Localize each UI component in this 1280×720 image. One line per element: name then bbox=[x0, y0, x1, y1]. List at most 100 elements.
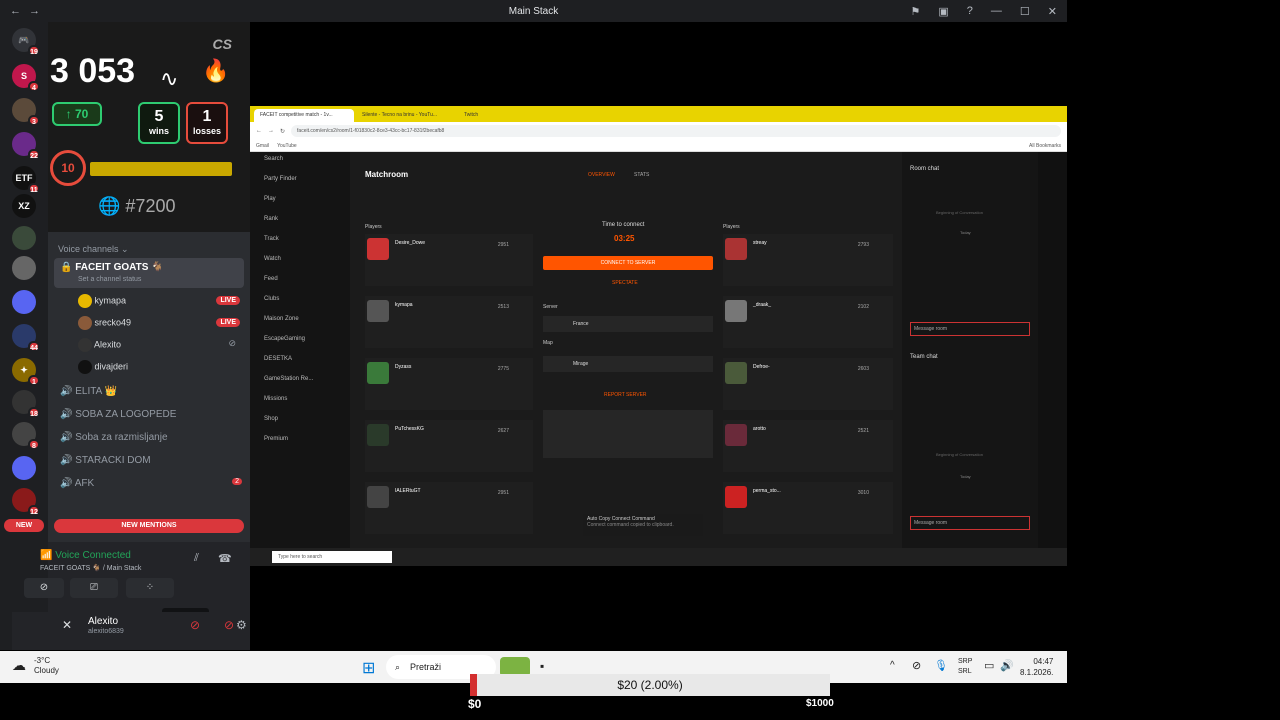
nav-item[interactable]: Watch bbox=[250, 252, 350, 272]
browser-tab[interactable]: Twitch bbox=[458, 109, 558, 122]
screen-share-button[interactable]: ⎚ bbox=[70, 578, 118, 598]
url-input[interactable]: faceit.com/en/cs2/room/1-f01830c2-8ce3-4… bbox=[291, 125, 1061, 137]
guild-icon[interactable]: S4 bbox=[12, 64, 40, 92]
guild-icon[interactable]: 8 bbox=[12, 422, 40, 450]
maximize-icon[interactable]: ☐ bbox=[1020, 5, 1030, 18]
server-channel[interactable]: 🔒 FACEIT GOATS 🐐 Set a channel status bbox=[54, 258, 244, 288]
weather-icon[interactable]: ☁ bbox=[12, 657, 26, 674]
guild-icon[interactable]: 22 bbox=[12, 132, 40, 160]
nav-item[interactable]: Party Finder bbox=[250, 172, 350, 192]
guild-icon[interactable] bbox=[12, 226, 36, 250]
nav-item[interactable]: EscapeGaming bbox=[250, 332, 350, 352]
avatar[interactable]: ✕ bbox=[62, 618, 80, 636]
bookmark[interactable]: YouTube bbox=[277, 143, 297, 149]
spectate-button[interactable]: SPECTATE bbox=[612, 280, 638, 286]
weather-widget[interactable]: -3°C Cloudy bbox=[34, 656, 59, 676]
clock[interactable]: 04:47 8.1.2026. bbox=[1020, 656, 1053, 678]
tab-stats[interactable]: STATS bbox=[634, 172, 649, 178]
voice-channel[interactable]: 🔊 ELITA 👑 bbox=[60, 386, 242, 409]
list-item[interactable]: srecko49 LIVE bbox=[78, 316, 240, 338]
player-card[interactable]: kymapa 2513 bbox=[365, 296, 533, 348]
voice-channel[interactable]: 🔊 STARACKI DOM bbox=[60, 455, 242, 478]
player-card[interactable]: Defroe- 2603 bbox=[723, 358, 893, 410]
nav-item[interactable]: Shop bbox=[250, 412, 350, 432]
guild-icon[interactable]: 44 bbox=[12, 324, 40, 352]
noise-icon[interactable]: ⫽ bbox=[194, 552, 199, 565]
list-item[interactable]: kymapa LIVE bbox=[78, 294, 240, 316]
disconnect-icon[interactable]: ☎ bbox=[218, 552, 232, 565]
chevron-up-icon[interactable]: ^ bbox=[890, 660, 895, 671]
section-header[interactable]: Voice channels ⌄ bbox=[58, 244, 129, 255]
volume-icon[interactable]: 🔊 bbox=[1000, 659, 1014, 672]
player-card[interactable]: Dyzass 2775 bbox=[365, 358, 533, 410]
nav-item[interactable]: Search bbox=[250, 152, 350, 172]
guild-icon[interactable]: XZ bbox=[12, 194, 36, 218]
nav-item[interactable]: DESETKA bbox=[250, 352, 350, 372]
message-input[interactable]: Message room bbox=[910, 516, 1030, 530]
settings-gear-icon[interactable]: ⚙ bbox=[236, 618, 247, 632]
player-card[interactable]: perma_sto... 3010 bbox=[723, 482, 893, 534]
guild-icon[interactable]: 12 bbox=[12, 488, 40, 516]
player-card[interactable]: Desire_Dowe 2951 bbox=[365, 234, 533, 286]
close-icon[interactable]: ✕ bbox=[1048, 5, 1057, 18]
guild-icon[interactable]: ETF 11 bbox=[12, 166, 40, 194]
nav-item[interactable]: GameStation Re... bbox=[250, 372, 350, 392]
list-item[interactable]: Alexito ⊘ bbox=[78, 338, 240, 360]
language-indicator[interactable]: SRP SRL bbox=[958, 657, 972, 677]
display-icon[interactable]: ▭ bbox=[984, 659, 994, 672]
nav-item[interactable]: Feed bbox=[250, 272, 350, 292]
voice-channel[interactable]: 🔊 Soba za razmisljanje bbox=[60, 432, 242, 455]
back-icon[interactable]: ← bbox=[10, 5, 21, 17]
guild-icon[interactable] bbox=[12, 456, 36, 480]
nav-item[interactable]: Maison Zone bbox=[250, 312, 350, 332]
player-card[interactable]: PuTchessKG 2627 bbox=[365, 420, 533, 472]
new-badge[interactable]: NEW bbox=[4, 519, 44, 532]
guild-icon[interactable]: ✦ 1 bbox=[12, 358, 40, 386]
browser-tab[interactable]: Silente - Tecno na brinu - YouTu... bbox=[356, 109, 456, 122]
player-card[interactable]: _draak_ 2102 bbox=[723, 296, 893, 348]
skin-ad[interactable] bbox=[543, 410, 713, 458]
voice-channel[interactable]: 🔊 SOBA ZA LOGOPEDE bbox=[60, 409, 242, 432]
nav-item[interactable]: Premium bbox=[250, 432, 350, 452]
nav-item[interactable]: Play bbox=[250, 192, 350, 212]
player-card[interactable]: IALERtuGT 2951 bbox=[365, 482, 533, 534]
deafen-icon[interactable]: ⊘ bbox=[224, 618, 234, 632]
guild-icon[interactable]: 18 bbox=[12, 390, 40, 418]
browser-tab[interactable]: FACEIT competitive match - 1v... bbox=[254, 109, 354, 122]
tab-overview[interactable]: OVERVIEW bbox=[588, 172, 615, 178]
app-icon[interactable]: ▪ bbox=[540, 659, 544, 673]
reload-icon[interactable]: ↻ bbox=[280, 128, 285, 135]
report-server-button[interactable]: REPORT SERVER bbox=[604, 392, 647, 398]
mic-icon[interactable]: 🎙 bbox=[934, 659, 948, 672]
activities-button[interactable]: ⁘ bbox=[126, 578, 174, 598]
nav-item[interactable]: Clubs bbox=[250, 292, 350, 312]
forward-icon[interactable]: → bbox=[29, 5, 40, 17]
guild-icon[interactable]: 🎮 19 bbox=[12, 28, 40, 56]
all-bookmarks[interactable]: All Bookmarks bbox=[1029, 143, 1067, 149]
nav-item[interactable]: Rank bbox=[250, 212, 350, 232]
help-icon[interactable]: ? bbox=[967, 5, 973, 17]
guild-icon[interactable]: 3 bbox=[12, 98, 40, 126]
nav-item[interactable]: Missions bbox=[250, 392, 350, 412]
camera-off-button[interactable]: ⊘ bbox=[24, 578, 64, 598]
channel-status[interactable]: Set a channel status bbox=[78, 276, 141, 283]
nav-item[interactable]: Track bbox=[250, 232, 350, 252]
network-icon[interactable]: ⊘ bbox=[912, 659, 921, 672]
back-icon[interactable]: ← bbox=[256, 128, 262, 134]
player-card[interactable]: streay 2793 bbox=[723, 234, 893, 286]
guild-icon[interactable] bbox=[12, 290, 36, 314]
inbox-icon[interactable]: ⚑ bbox=[911, 5, 921, 18]
start-icon[interactable]: ⊞ bbox=[362, 658, 375, 678]
screen-icon[interactable]: ▣ bbox=[938, 5, 948, 18]
vc-channel[interactable]: FACEIT GOATS 🐐 / Main Stack bbox=[40, 564, 141, 572]
minimize-icon[interactable]: — bbox=[991, 5, 1002, 17]
connect-button[interactable]: CONNECT TO SERVER bbox=[543, 256, 713, 270]
mute-icon[interactable]: ⊘ bbox=[190, 618, 200, 632]
user-name[interactable]: Alexito bbox=[88, 616, 118, 627]
new-mentions-bar[interactable]: NEW MENTIONS bbox=[54, 519, 244, 533]
list-item[interactable]: divajderi bbox=[78, 360, 240, 382]
guild-icon[interactable] bbox=[12, 256, 36, 280]
bookmark[interactable]: Gmail bbox=[256, 143, 269, 149]
forward-icon[interactable]: → bbox=[268, 128, 274, 134]
message-input[interactable]: Message room bbox=[910, 322, 1030, 336]
